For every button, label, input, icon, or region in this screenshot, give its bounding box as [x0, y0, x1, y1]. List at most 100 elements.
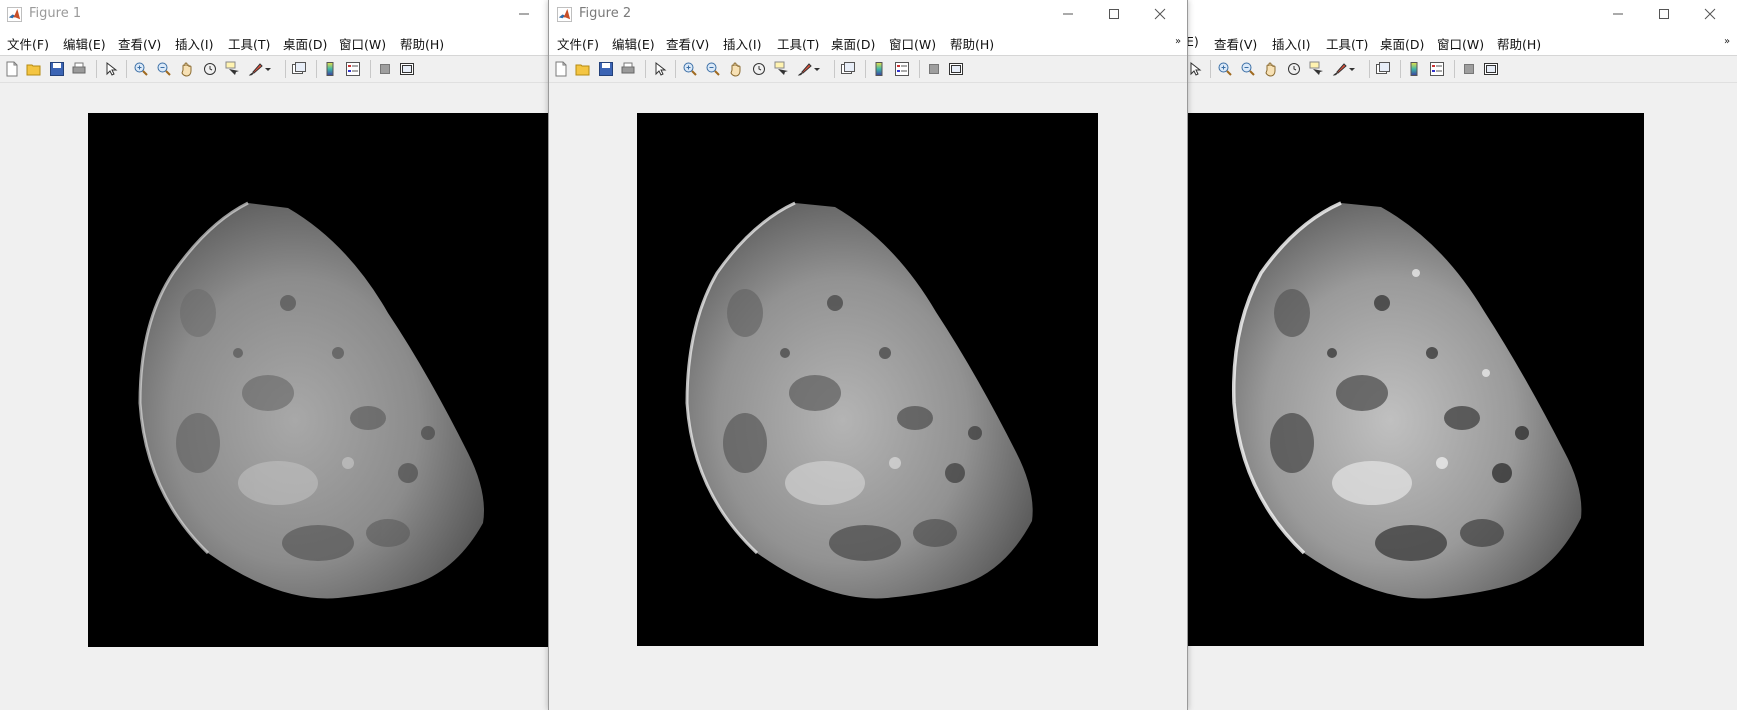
menu-desktop[interactable]: 桌面(D) — [283, 34, 327, 53]
open-file-icon[interactable] — [574, 60, 592, 78]
colorbar-icon[interactable] — [321, 60, 339, 78]
menu-tools[interactable]: 工具(T) — [777, 34, 819, 53]
title-bar[interactable]: Figure 2 — [549, 0, 1187, 28]
zoom-in-icon[interactable] — [132, 60, 150, 78]
menu-overflow-icon[interactable]: » — [1724, 36, 1730, 47]
toolbar-separator — [865, 60, 866, 78]
rotate-3d-icon[interactable] — [750, 60, 768, 78]
rotate-3d-icon[interactable] — [1285, 60, 1303, 78]
menu-edit[interactable]: 编辑(E) — [612, 34, 655, 53]
dropdown-arrow-icon[interactable] — [1348, 60, 1356, 78]
menu-help[interactable]: 帮助(H) — [400, 34, 444, 53]
close-icon[interactable] — [1687, 0, 1733, 28]
zoom-out-icon[interactable] — [155, 60, 173, 78]
toolbar-separator — [675, 60, 676, 78]
moon-image — [138, 201, 484, 599]
menu-file[interactable]: 文件(F) — [7, 34, 49, 53]
image-axes[interactable] — [88, 113, 548, 647]
link-plot-icon[interactable] — [290, 60, 308, 78]
toolbar-separator — [645, 60, 646, 78]
hide-plot-tools-icon[interactable] — [376, 60, 394, 78]
colorbar-icon[interactable] — [1405, 60, 1423, 78]
menu-desktop[interactable]: 桌面(D) — [831, 34, 875, 53]
title-bar[interactable]: Figure 1 — [0, 0, 548, 28]
menu-tools[interactable]: 工具(T) — [1326, 34, 1368, 53]
zoom-out-icon[interactable] — [1239, 60, 1257, 78]
menu-edit[interactable]: 编辑(E) — [63, 34, 106, 53]
menu-tools[interactable]: 工具(T) — [228, 34, 270, 53]
toolbar-separator — [126, 60, 127, 78]
menu-view[interactable]: 查看(V) — [1214, 34, 1257, 53]
image-axes[interactable] — [1186, 113, 1644, 646]
toolbar-separator — [96, 60, 97, 78]
legend-icon[interactable] — [344, 60, 362, 78]
figure-toolbar — [549, 56, 1187, 83]
zoom-in-icon[interactable] — [1216, 60, 1234, 78]
minimize-icon[interactable] — [501, 0, 547, 28]
menu-overflow-icon[interactable]: » — [1175, 36, 1181, 47]
print-icon[interactable] — [619, 60, 637, 78]
print-icon[interactable] — [70, 60, 88, 78]
menu-window[interactable]: 窗口(W) — [1437, 34, 1484, 53]
select-arrow-icon[interactable] — [1186, 60, 1204, 78]
toolbar-separator — [919, 60, 920, 78]
dropdown-arrow-icon[interactable] — [264, 60, 272, 78]
zoom-out-icon[interactable] — [704, 60, 722, 78]
data-cursor-icon[interactable] — [773, 60, 791, 78]
dropdown-arrow-icon[interactable] — [813, 60, 821, 78]
menu-insert[interactable]: 插入(I) — [1272, 34, 1310, 53]
minimize-icon[interactable] — [1045, 0, 1091, 28]
legend-icon[interactable] — [893, 60, 911, 78]
maximize-icon[interactable] — [1091, 0, 1137, 28]
menu-file[interactable]: 文件(F) — [557, 34, 599, 53]
save-icon[interactable] — [597, 60, 615, 78]
save-icon[interactable] — [48, 60, 66, 78]
image-axes[interactable] — [637, 113, 1098, 646]
menu-desktop[interactable]: 桌面(D) — [1380, 34, 1424, 53]
menu-window[interactable]: 窗口(W) — [889, 34, 936, 53]
select-arrow-icon[interactable] — [102, 60, 120, 78]
menu-help[interactable]: 帮助(H) — [950, 34, 994, 53]
menu-view[interactable]: 查看(V) — [118, 34, 161, 53]
window-title: Figure 1 — [29, 6, 82, 21]
moon-image — [685, 201, 1033, 599]
show-plot-tools-icon[interactable] — [398, 60, 416, 78]
brush-icon[interactable] — [1331, 60, 1349, 78]
link-plot-icon[interactable] — [839, 60, 857, 78]
legend-icon[interactable] — [1428, 60, 1446, 78]
pan-hand-icon[interactable] — [1262, 60, 1280, 78]
hide-plot-tools-icon[interactable] — [1460, 60, 1478, 78]
menu-view[interactable]: 查看(V) — [666, 34, 709, 53]
link-plot-icon[interactable] — [1374, 60, 1392, 78]
pan-hand-icon[interactable] — [727, 60, 745, 78]
title-bar[interactable] — [1186, 0, 1737, 28]
show-plot-tools-icon[interactable] — [947, 60, 965, 78]
minimize-icon[interactable] — [1595, 0, 1641, 28]
figure-1-window[interactable]: Figure 1 文件(F) 编辑(E) 查看(V) 插入(I) 工具(T) 桌… — [0, 0, 548, 710]
menu-bar: 文件(F) 编辑(E) 查看(V) 插入(I) 工具(T) 桌面(D) 窗口(W… — [549, 28, 1187, 56]
zoom-in-icon[interactable] — [681, 60, 699, 78]
pan-hand-icon[interactable] — [178, 60, 196, 78]
figure-3-window[interactable]: E) 查看(V) 插入(I) 工具(T) 桌面(D) 窗口(W) 帮助(H) » — [1186, 0, 1737, 710]
new-figure-icon[interactable] — [3, 60, 21, 78]
brush-icon[interactable] — [796, 60, 814, 78]
data-cursor-icon[interactable] — [1308, 60, 1326, 78]
menu-help[interactable]: 帮助(H) — [1497, 34, 1541, 53]
select-arrow-icon[interactable] — [651, 60, 669, 78]
menu-bar: E) 查看(V) 插入(I) 工具(T) 桌面(D) 窗口(W) 帮助(H) » — [1186, 28, 1737, 56]
open-file-icon[interactable] — [25, 60, 43, 78]
brush-icon[interactable] — [247, 60, 265, 78]
show-plot-tools-icon[interactable] — [1482, 60, 1500, 78]
maximize-icon[interactable] — [1641, 0, 1687, 28]
menu-insert[interactable]: 插入(I) — [723, 34, 761, 53]
new-figure-icon[interactable] — [552, 60, 570, 78]
menu-window[interactable]: 窗口(W) — [339, 34, 386, 53]
close-icon[interactable] — [1137, 0, 1183, 28]
matlab-logo-icon — [7, 7, 22, 22]
data-cursor-icon[interactable] — [224, 60, 242, 78]
menu-insert[interactable]: 插入(I) — [175, 34, 213, 53]
colorbar-icon[interactable] — [870, 60, 888, 78]
rotate-3d-icon[interactable] — [201, 60, 219, 78]
figure-2-window[interactable]: Figure 2 文件(F) 编辑(E) 查看(V) 插入(I) 工具(T) 桌… — [548, 0, 1188, 710]
hide-plot-tools-icon[interactable] — [925, 60, 943, 78]
